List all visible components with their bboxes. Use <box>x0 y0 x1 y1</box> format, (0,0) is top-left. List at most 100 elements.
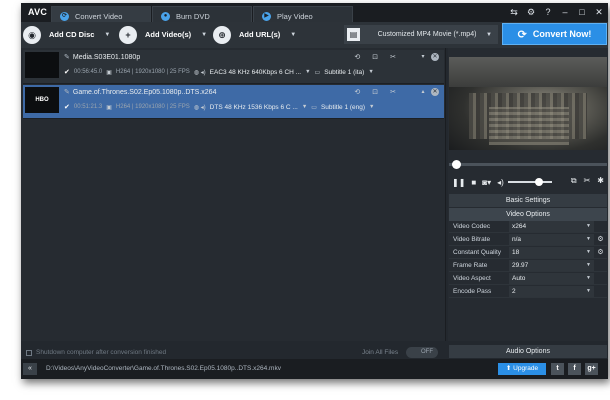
video-preview[interactable] <box>449 57 607 150</box>
pause-icon[interactable]: ❚❚ <box>452 178 465 187</box>
scissors-icon[interactable]: ✂ <box>390 88 396 96</box>
move-up-icon[interactable]: ▾ <box>419 53 427 61</box>
gear-icon[interactable]: ⚙ <box>526 7 536 18</box>
setting-label: Encode Pass <box>453 287 492 295</box>
checkbox-icon[interactable]: ✔ <box>64 103 70 111</box>
chevron-down-icon[interactable]: ▼ <box>369 104 374 110</box>
scissors-icon[interactable]: ✂ <box>584 176 591 186</box>
scissors-icon[interactable]: ✂ <box>390 53 396 61</box>
add-cd-disc-button[interactable]: ◉ Add CD Disc ▼ <box>23 25 111 44</box>
setting-value-select[interactable]: Auto ▼ <box>509 272 594 284</box>
file-name[interactable]: ✎ Game.of.Thrones.S02.Ep05.1080p..DTS.x26… <box>64 88 216 96</box>
shutdown-checkbox[interactable] <box>26 349 32 356</box>
convert-now-button[interactable]: ⟳ Convert Now! <box>502 23 607 45</box>
move-up-icon[interactable]: ▴ <box>419 88 427 96</box>
tab-convert-video[interactable]: ⟳ Convert Video <box>51 6 151 22</box>
gear-icon[interactable]: ⚙ <box>596 235 605 243</box>
add-url-button[interactable]: ⊕ Add URL(s) ▼ <box>213 25 315 44</box>
setting-row-encode-pass: Encode Pass 2▼ ⚙ <box>449 285 607 298</box>
cd-icon: ◉ <box>23 25 41 44</box>
setting-value-select[interactable]: n/a ▼ <box>509 233 594 245</box>
setting-value-select[interactable]: 18 ▼ <box>509 246 594 258</box>
chevron-down-icon[interactable]: ▼ <box>305 69 310 75</box>
audio-track-select[interactable]: EAC3 48 KHz 640Kbps 6 CH ... <box>210 69 301 76</box>
add-videos-button[interactable]: + Add Video(s) ▼ <box>119 25 211 44</box>
crop-icon[interactable]: ⊡ <box>372 53 378 61</box>
subtitle-select[interactable]: Subtitle 1 (eng) <box>321 104 365 111</box>
volume-slider[interactable] <box>508 181 552 183</box>
chevron-down-icon: ▼ <box>586 275 591 281</box>
gear-icon[interactable]: ⚙ <box>596 248 605 256</box>
seek-bar[interactable] <box>449 163 607 166</box>
audio-options-header[interactable]: Audio Options <box>449 345 607 358</box>
tab-burn-dvd[interactable]: ● Burn DVD <box>152 6 252 22</box>
add-cd-disc-label: Add CD Disc <box>49 30 95 39</box>
convert-now-label: Convert Now! <box>532 29 592 39</box>
preview-panel: ❚❚ ■ ◙▾ ◂) ⧉ ✂ ✱ Basic Settings Video Op… <box>448 48 608 358</box>
join-all-toggle[interactable]: OFF <box>406 347 438 358</box>
chevron-down-icon[interactable]: ▼ <box>302 104 307 110</box>
minimize-icon[interactable]: – <box>560 7 570 18</box>
external-player-icon[interactable]: ⧉ <box>571 176 577 186</box>
refresh-icon: ⟳ <box>60 11 69 21</box>
setting-value-select[interactable]: 2 ▼ <box>509 285 594 297</box>
output-profile-select[interactable]: ▤ Customized MP4 Movie (*.mp4) ▼ <box>344 25 498 44</box>
chevron-down-icon[interactable]: ▼ <box>290 32 296 38</box>
social-links: t f g+ <box>551 363 598 375</box>
audio-track-select[interactable]: DTS 48 KHz 1536 Kbps 6 C ... <box>210 104 298 111</box>
file-item[interactable]: HBO ✎ Game.of.Thrones.S02.Ep05.1080p..DTS… <box>23 85 444 119</box>
preview-sky <box>449 57 607 87</box>
status-bar: « D:\Videos\AnyVideoConverter\Game.of.Th… <box>21 359 608 379</box>
chevron-down-icon[interactable]: ▼ <box>201 32 207 38</box>
remove-icon[interactable]: ✕ <box>431 53 439 61</box>
subtitle-select[interactable]: Subtitle 1 (ita) <box>324 69 364 76</box>
add-url-label: Add URL(s) <box>239 30 281 39</box>
file-details: ✔ 00:56:45.0 ▣ H264 | 1920x1080 | 25 FPS… <box>64 68 374 77</box>
skin-switch-icon[interactable]: ⇆ <box>509 7 519 18</box>
facebook-icon[interactable]: f <box>568 363 581 375</box>
item-actions: ⟲ ⊡ ✂ <box>354 53 396 61</box>
file-details: ✔ 00:51:21.3 ▣ H264 | 1920x1080 | 25 FPS… <box>64 103 375 112</box>
rotate-icon[interactable]: ⟲ <box>354 53 360 61</box>
stop-icon[interactable]: ■ <box>471 178 476 187</box>
effects-icon[interactable]: ✱ <box>597 176 604 186</box>
seek-handle[interactable] <box>452 160 461 169</box>
chevron-down-icon[interactable]: ▼ <box>104 32 110 38</box>
shutdown-option[interactable]: Shutdown computer after conversion finis… <box>26 349 166 356</box>
setting-value-select[interactable]: 29.97 ▼ <box>509 259 594 271</box>
collapse-icon[interactable]: « <box>23 363 37 375</box>
setting-value-select[interactable]: x264 ▼ <box>509 220 594 232</box>
setting-label: Video Codec <box>453 222 491 230</box>
help-icon[interactable]: ? <box>543 7 553 18</box>
snapshot-icon[interactable]: ◙▾ <box>482 178 491 187</box>
rotate-icon[interactable]: ⟲ <box>354 88 360 96</box>
twitter-icon[interactable]: t <box>551 363 564 375</box>
video-thumbnail: HBO <box>25 87 59 113</box>
toolbar: ◉ Add CD Disc ▼ + Add Video(s) ▼ ⊕ Add U… <box>21 22 608 48</box>
file-name[interactable]: ✎ Media.S03E01.1080p <box>64 53 140 61</box>
basic-settings-header[interactable]: Basic Settings <box>449 194 607 207</box>
chevron-down-icon: ▼ <box>586 262 591 268</box>
setting-row-video-codec: Video Codec x264▼ ⚙ <box>449 220 607 233</box>
volume-icon[interactable]: ◂) <box>497 178 504 187</box>
crop-icon[interactable]: ⊡ <box>372 88 378 96</box>
upgrade-button[interactable]: ⬆ Upgrade <box>498 363 546 375</box>
google-plus-icon[interactable]: g+ <box>585 363 598 375</box>
close-icon[interactable]: ✕ <box>594 7 604 18</box>
maximize-icon[interactable]: □ <box>577 7 587 18</box>
chevron-down-icon: ▼ <box>586 288 591 294</box>
output-path[interactable]: D:\Videos\AnyVideoConverter\Game.of.Thro… <box>46 365 281 372</box>
checkbox-icon[interactable]: ✔ <box>64 68 70 76</box>
preview-scene-detail <box>489 107 569 145</box>
tab-play-video[interactable]: ▶ Play Video <box>253 6 353 22</box>
file-item[interactable]: ✎ Media.S03E01.1080p ✔ 00:56:45.0 ▣ H264 … <box>23 50 444 84</box>
output-profile-label: Customized MP4 Movie (*.mp4) <box>377 31 477 38</box>
volume-handle[interactable] <box>535 178 543 186</box>
chevron-down-icon: ▼ <box>586 223 591 229</box>
chevron-down-icon[interactable]: ▼ <box>368 69 373 75</box>
chevron-down-icon: ▼ <box>486 31 492 38</box>
shutdown-label: Shutdown computer after conversion finis… <box>36 349 167 356</box>
remove-icon[interactable]: ✕ <box>431 88 439 96</box>
edit-icon[interactable]: ✎ <box>64 54 70 61</box>
edit-icon[interactable]: ✎ <box>64 89 70 96</box>
